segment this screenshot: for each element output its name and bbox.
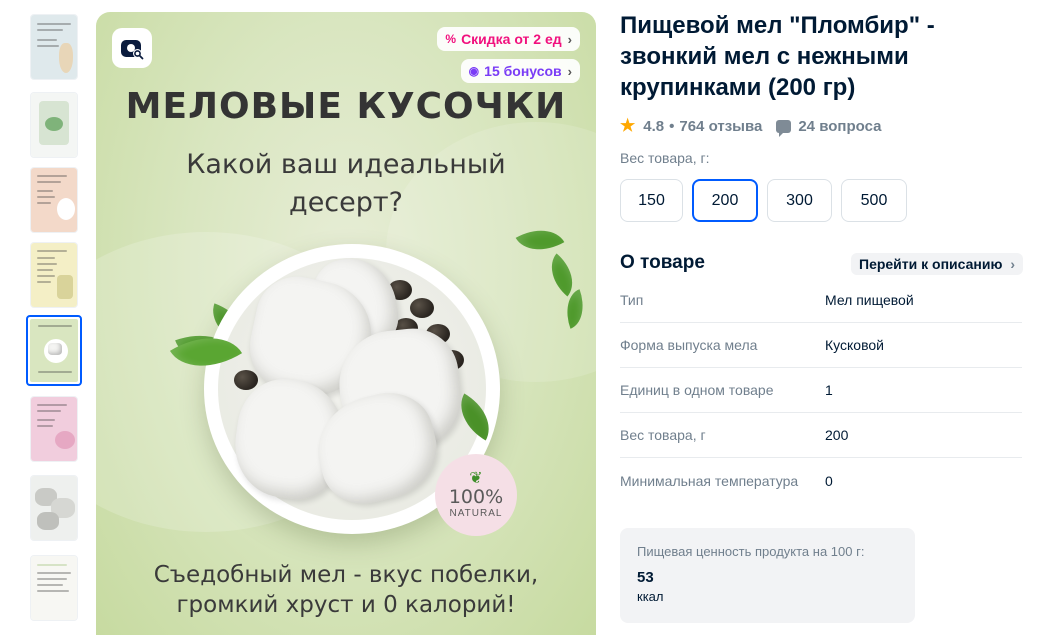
nutrition-value: 53 (637, 569, 654, 586)
discount-pill-label: Скидка от 2 ед (461, 31, 562, 47)
coffee-bean (234, 370, 258, 390)
thumbnail-list (26, 10, 82, 635)
weight-option-300[interactable]: 300 (767, 179, 832, 222)
rating-row: ★ 4.8 • 764 отзыва 24 вопроса (620, 116, 881, 137)
spec-value: 0 (825, 472, 833, 489)
star-icon: ★ (620, 116, 636, 135)
thumbnail-8[interactable] (30, 555, 78, 621)
weight-label: Вес товара, г: (620, 150, 710, 166)
thumbnail-5-image (30, 319, 78, 382)
thumbnail-3-image (31, 168, 77, 232)
thumbnail-8-image (31, 556, 77, 620)
weight-option-150[interactable]: 150 (620, 179, 683, 222)
nutrition-card: Пищевая ценность продукта на 100 г: 53 к… (620, 528, 915, 623)
spec-row: Минимальная температура 0 (620, 458, 1022, 503)
image-search-button[interactable] (112, 28, 152, 68)
chevron-right-icon: › (567, 31, 572, 47)
thumbnail-1[interactable] (30, 14, 78, 80)
spec-value: Мел пищевой (825, 292, 914, 308)
spec-value: Кусковой (825, 337, 884, 353)
spec-key: Минимальная температура (620, 472, 799, 489)
spec-key: Вес товара, г (620, 427, 706, 443)
thumbnail-7-image (31, 476, 77, 540)
thumbnail-4-image (31, 243, 77, 307)
thumbnail-7[interactable] (30, 475, 78, 541)
bonus-pill[interactable]: ◉ 15 бонусов › (460, 59, 580, 83)
chevron-right-icon: › (567, 63, 572, 79)
camera-search-icon (121, 40, 144, 60)
spec-value: 1 (825, 382, 833, 398)
nutrition-label: Пищевая ценность продукта на 100 г: (637, 544, 865, 559)
thumbnail-6-image (31, 397, 77, 461)
weight-option-500[interactable]: 500 (841, 179, 907, 222)
thumbnail-4[interactable] (30, 242, 78, 308)
spec-key: Тип (620, 292, 644, 308)
image-question: Какой ваш идеальный десерт? (186, 149, 506, 218)
rating-separator: • (669, 117, 675, 135)
thumbnail-2-image (31, 93, 77, 157)
thumbnail-5-selected[interactable] (26, 315, 82, 386)
spec-value: 200 (825, 427, 849, 443)
product-title: Пищевой мел "Пломбир" - звонкий мел с не… (620, 12, 935, 101)
bonus-pill-label: 15 бонусов (484, 63, 562, 79)
natural-badge: ❦ 100% NATURAL (435, 454, 517, 536)
weight-selector: 150 200 300 500 (620, 179, 907, 222)
bonus-coin-icon: ◉ (468, 64, 480, 78)
rating-value: 4.8 (643, 117, 665, 135)
nutrition-unit: ккал (637, 589, 664, 604)
image-bottom-text: Съедобный мел - вкус побелки, громкий хр… (153, 562, 539, 618)
thumbnail-1-image (31, 15, 77, 79)
chevron-right-icon: › (1010, 256, 1016, 272)
badge-percent: 100% (448, 485, 504, 508)
go-to-description-label: Перейти к описанию (859, 256, 1003, 272)
thumbnail-3[interactable] (30, 167, 78, 233)
spec-key: Единиц в одном товаре (620, 382, 774, 398)
sprout-icon: ❦ (469, 469, 483, 487)
spec-row: Вес товара, г 200 (620, 413, 1022, 458)
question-bubble-icon (776, 119, 792, 137)
weight-option-200-selected[interactable]: 200 (692, 179, 758, 222)
go-to-description-button[interactable]: Перейти к описанию › (851, 253, 1024, 275)
discount-pill[interactable]: % Скидка от 2 ед › (437, 27, 580, 51)
product-main-image[interactable]: % Скидка от 2 ед › ◉ 15 бонусов › МЕЛОВЫ… (96, 12, 596, 635)
image-headline: МЕЛОВЫЕ КУСОЧКИ (125, 86, 567, 127)
about-title: О товаре (620, 252, 705, 273)
badge-text: NATURAL (449, 507, 503, 519)
coffee-bean (410, 298, 434, 318)
specs-table: Тип Мел пищевой Форма выпуска мела Куско… (620, 278, 1022, 503)
reviews-link[interactable]: 764 отзыва (679, 118, 762, 135)
thumbnail-6[interactable] (30, 396, 78, 462)
thumbnail-2[interactable] (30, 92, 78, 158)
questions-link[interactable]: 24 вопроса (798, 118, 881, 135)
spec-key: Форма выпуска мела (620, 337, 758, 353)
spec-row: Единиц в одном товаре 1 (620, 368, 1022, 413)
percent-icon: % (445, 32, 457, 46)
spec-row: Тип Мел пищевой (620, 278, 1022, 323)
spec-row: Форма выпуска мела Кусковой (620, 323, 1022, 368)
